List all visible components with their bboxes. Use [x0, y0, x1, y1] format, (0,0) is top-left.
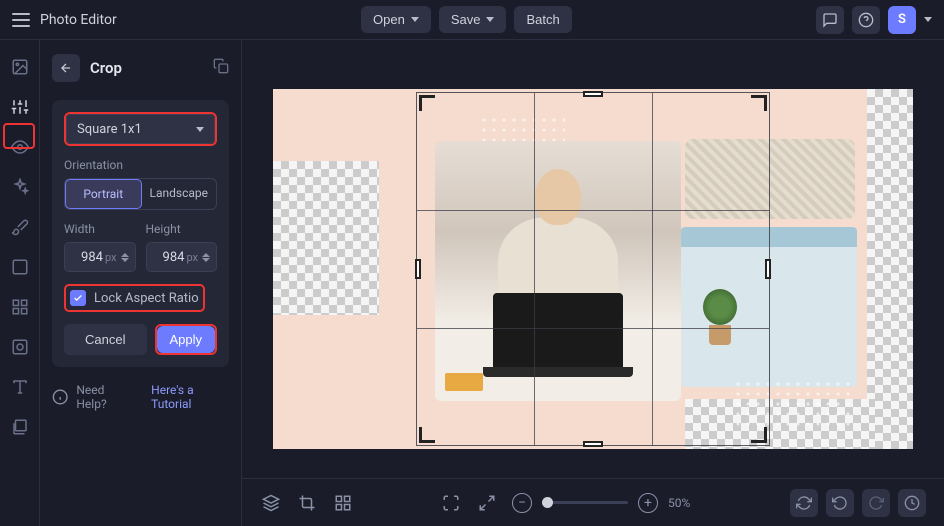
- grid-view-icon[interactable]: [332, 492, 354, 514]
- height-input[interactable]: 984px: [146, 242, 218, 272]
- width-input[interactable]: 984px: [64, 242, 136, 272]
- plant-image: [703, 289, 737, 347]
- main-photo: [435, 141, 681, 401]
- chevron-down-icon: [411, 17, 419, 22]
- transparency-region: [867, 89, 913, 449]
- zoom-in-button[interactable]: +: [638, 493, 658, 513]
- adjust-tool-icon[interactable]: [9, 96, 31, 118]
- help-row: Need Help? Here's a Tutorial: [52, 383, 229, 411]
- crop-handle-bottom[interactable]: [583, 441, 603, 447]
- chevron-down-icon[interactable]: [924, 17, 932, 22]
- crop-handle-bl[interactable]: [419, 427, 435, 443]
- zoom-slider[interactable]: [542, 501, 628, 504]
- open-button[interactable]: Open: [361, 6, 431, 33]
- image-tool-icon[interactable]: [9, 56, 31, 78]
- orientation-landscape[interactable]: Landscape: [142, 179, 217, 209]
- crop-handle-tr[interactable]: [751, 95, 767, 111]
- chat-icon[interactable]: [816, 6, 844, 34]
- crop-handle-tl[interactable]: [419, 95, 435, 111]
- crop-handle-left[interactable]: [415, 259, 421, 279]
- info-icon: [52, 388, 68, 406]
- dot-pattern: [733, 379, 853, 429]
- checkbox-checked-icon: [70, 290, 86, 306]
- avatar[interactable]: S: [888, 6, 916, 34]
- width-down[interactable]: [121, 258, 129, 262]
- chevron-down-icon: [196, 127, 204, 132]
- batch-button[interactable]: Batch: [514, 6, 571, 33]
- crop-panel: Crop Square 1x1 Orientation Portrait Lan…: [40, 40, 242, 526]
- layers-tool-icon[interactable]: [9, 416, 31, 438]
- knit-image: [685, 139, 855, 219]
- grid-tool-icon[interactable]: [9, 296, 31, 318]
- crop-icon[interactable]: [296, 492, 318, 514]
- height-up[interactable]: [202, 253, 210, 257]
- orientation-portrait[interactable]: Portrait: [65, 179, 142, 209]
- app-title: Photo Editor: [40, 12, 117, 28]
- crop-handle-top[interactable]: [583, 91, 603, 97]
- help-icon[interactable]: [852, 6, 880, 34]
- history-icon[interactable]: [898, 489, 926, 517]
- actual-size-icon[interactable]: [476, 492, 498, 514]
- height-label: Height: [146, 222, 218, 236]
- panel-title: Crop: [90, 59, 203, 77]
- tutorial-link[interactable]: Here's a Tutorial: [151, 383, 229, 411]
- copy-icon[interactable]: [213, 58, 229, 78]
- layers-icon[interactable]: [260, 492, 282, 514]
- height-down[interactable]: [202, 258, 210, 262]
- text-tool-icon[interactable]: [9, 376, 31, 398]
- zoom-out-button[interactable]: −: [512, 493, 532, 513]
- undo-icon[interactable]: [826, 489, 854, 517]
- back-button[interactable]: [52, 54, 80, 82]
- fit-screen-icon[interactable]: [440, 492, 462, 514]
- save-button[interactable]: Save: [439, 6, 507, 33]
- eye-tool-icon[interactable]: [9, 136, 31, 158]
- zoom-percent: 50%: [668, 496, 704, 510]
- cancel-button[interactable]: Cancel: [64, 324, 147, 355]
- background-tool-icon[interactable]: [9, 336, 31, 358]
- width-label: Width: [64, 222, 136, 236]
- orientation-label: Orientation: [64, 158, 217, 172]
- redo-icon[interactable]: [862, 489, 890, 517]
- tool-rail: [0, 40, 40, 526]
- width-up[interactable]: [121, 253, 129, 257]
- sparkle-tool-icon[interactable]: [9, 176, 31, 198]
- chevron-down-icon: [486, 17, 494, 22]
- lock-aspect-checkbox[interactable]: Lock Aspect Ratio: [64, 284, 205, 312]
- aspect-ratio-select[interactable]: Square 1x1: [66, 114, 215, 144]
- bottom-bar: − + 50%: [242, 478, 944, 526]
- top-bar: Photo Editor Open Save Batch S: [0, 0, 944, 40]
- hamburger-icon[interactable]: [12, 13, 30, 27]
- canvas[interactable]: [273, 89, 913, 449]
- compare-icon[interactable]: [790, 489, 818, 517]
- transparency-region: [273, 161, 379, 315]
- brush-tool-icon[interactable]: [9, 216, 31, 238]
- frame-tool-icon[interactable]: [9, 256, 31, 278]
- apply-button[interactable]: Apply: [157, 326, 216, 353]
